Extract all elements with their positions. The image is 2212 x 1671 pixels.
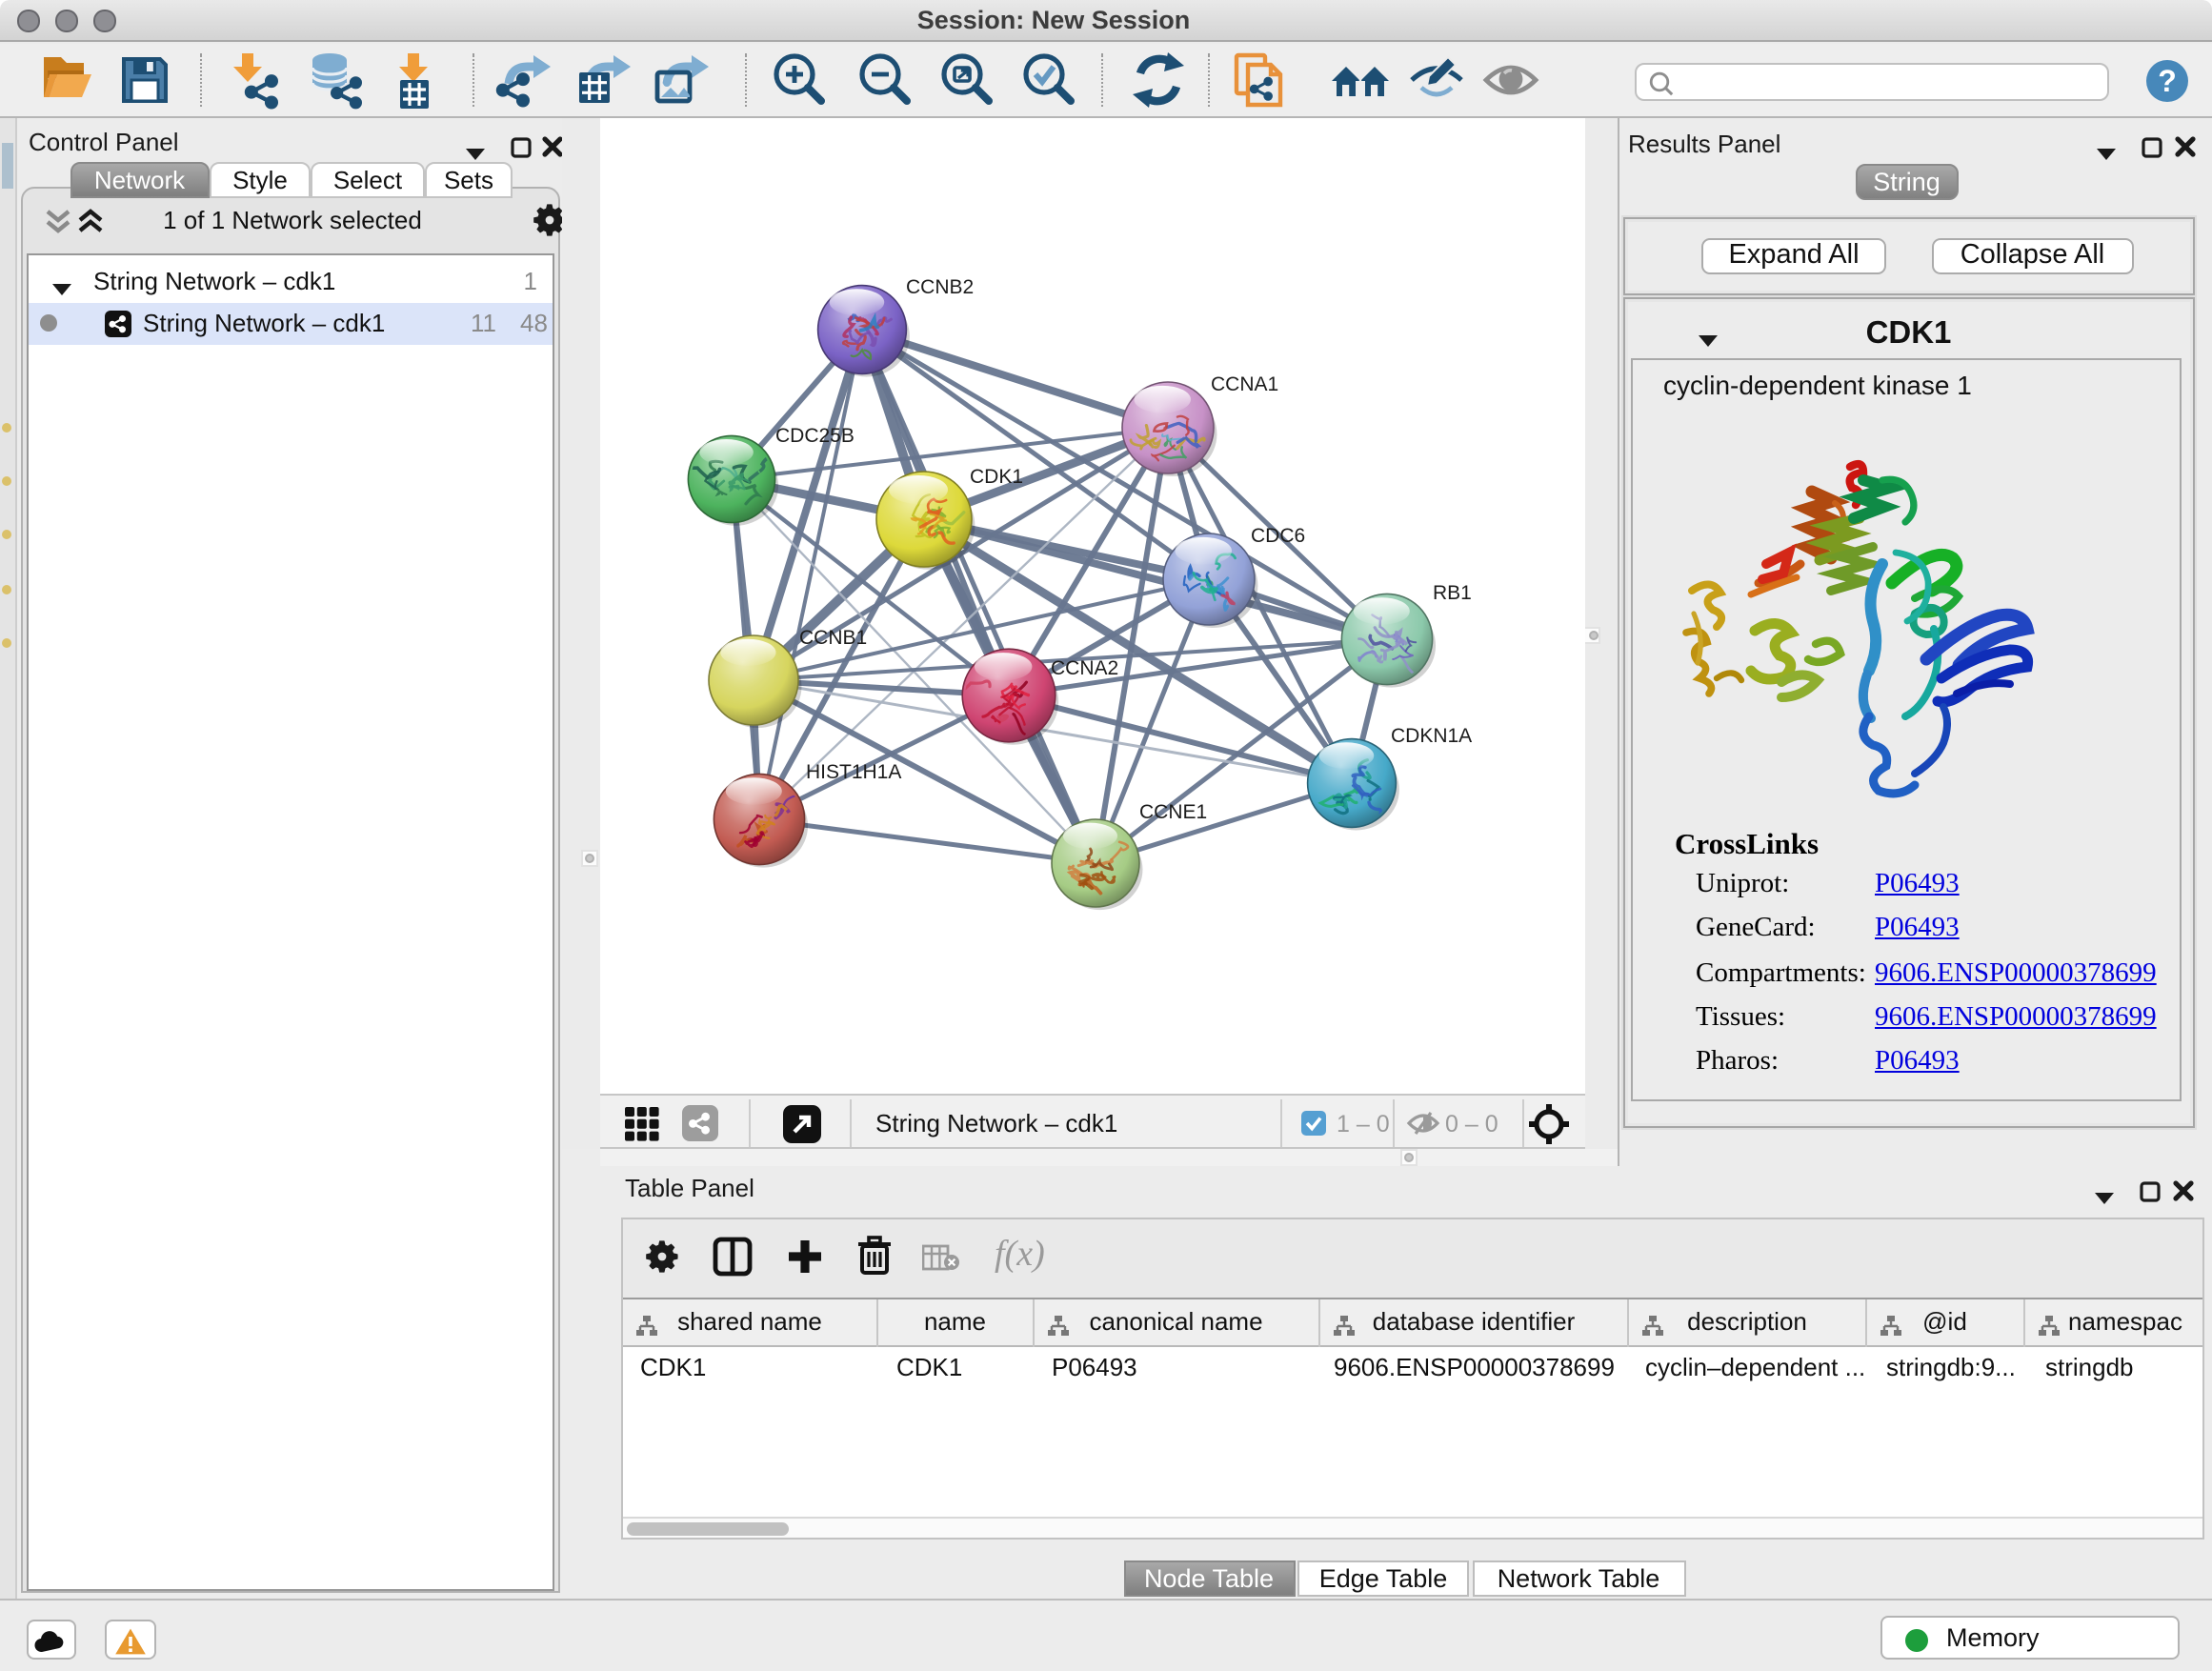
- svg-text:CCNA2: CCNA2: [1050, 657, 1117, 679]
- svg-text:CDKN1A: CDKN1A: [1390, 725, 1471, 747]
- svg-text:f(x): f(x): [995, 1233, 1045, 1273]
- svg-text:CDK1: CDK1: [969, 466, 1022, 488]
- svg-text:CDC6: CDC6: [1250, 525, 1304, 547]
- svg-text:CCNB1: CCNB1: [798, 627, 866, 649]
- svg-text:?: ?: [2158, 63, 2177, 97]
- svg-text:RB1: RB1: [1432, 582, 1471, 604]
- svg-text:CCNA1: CCNA1: [1210, 373, 1277, 395]
- svg-text:CCNE1: CCNE1: [1138, 801, 1206, 823]
- svg-text:CCNB2: CCNB2: [905, 276, 973, 298]
- svg-text:HIST1H1A: HIST1H1A: [805, 761, 900, 783]
- svg-text:CDC25B: CDC25B: [774, 425, 854, 447]
